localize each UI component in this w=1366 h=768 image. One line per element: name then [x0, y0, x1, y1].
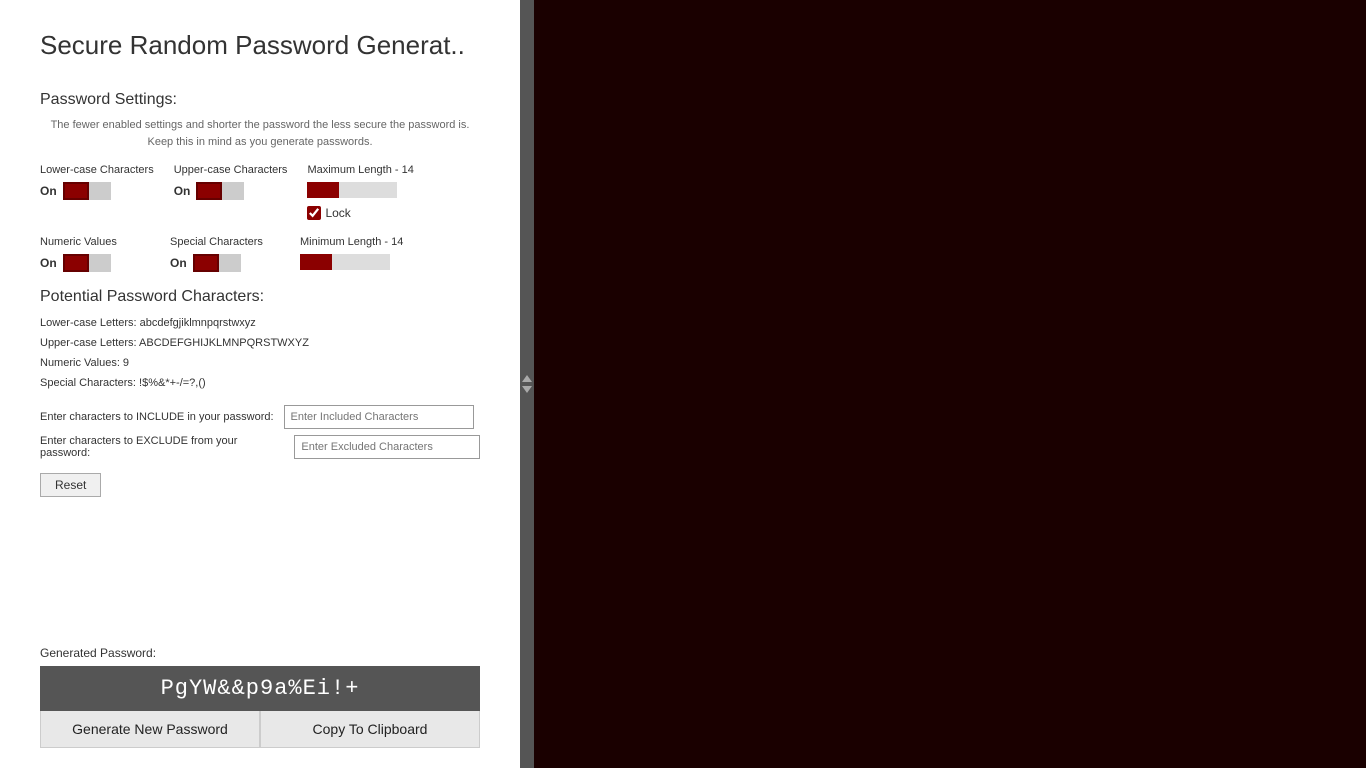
numeric-setting: Numeric Values On [40, 236, 150, 272]
exclude-input[interactable] [294, 435, 480, 459]
exclude-row: Enter characters to EXCLUDE from your pa… [40, 435, 480, 459]
exclude-label: Enter characters to EXCLUDE from your pa… [40, 435, 284, 459]
uppercase-status: On [174, 184, 191, 198]
special-chars-line: Special Characters: !$%&*+-/=?,() [40, 374, 480, 394]
uppercase-label: Upper-case Characters [174, 164, 288, 176]
max-length-setting: Maximum Length - 14 Lock [307, 164, 413, 220]
numeric-label: Numeric Values [40, 236, 150, 248]
chars-info: Lower-case Letters: abcdefgjiklmnpqrstwx… [40, 314, 480, 393]
min-length-label: Minimum Length - 14 [300, 236, 403, 248]
lock-checkbox[interactable] [307, 206, 321, 220]
uppercase-setting: Upper-case Characters On [174, 164, 288, 200]
potential-chars-header: Potential Password Characters: [40, 288, 480, 306]
left-panel: Secure Random Password Generat.. Passwor… [0, 0, 520, 768]
app-title: Secure Random Password Generat.. [40, 30, 480, 61]
reset-button[interactable]: Reset [40, 473, 101, 497]
max-length-label: Maximum Length - 14 [307, 164, 413, 176]
password-settings-header: Password Settings: [40, 91, 480, 109]
settings-info: The fewer enabled settings and shorter t… [40, 117, 480, 150]
panel-divider[interactable] [520, 0, 534, 768]
numeric-chars-line: Numeric Values: 9 [40, 354, 480, 374]
lock-label: Lock [325, 206, 350, 220]
divider-arrow-up [522, 375, 532, 382]
min-length-setting: Minimum Length - 14 [300, 236, 403, 270]
password-settings-section: Password Settings: The fewer enabled set… [40, 91, 480, 272]
uppercase-chars-line: Upper-case Letters: ABCDEFGHIJKLMNPQRSTW… [40, 334, 480, 354]
numeric-status: On [40, 256, 57, 270]
include-label: Enter characters to INCLUDE in your pass… [40, 411, 274, 423]
generate-button[interactable]: Generate New Password [40, 711, 260, 748]
generated-section: Generated Password: PgYW&&p9a%Ei!+ Gener… [40, 646, 480, 748]
special-label: Special Characters [170, 236, 280, 248]
special-toggle[interactable] [193, 254, 241, 272]
lowercase-chars-line: Lower-case Letters: abcdefgjiklmnpqrstwx… [40, 314, 480, 334]
include-row: Enter characters to INCLUDE in your pass… [40, 405, 480, 429]
lowercase-setting: Lower-case Characters On [40, 164, 154, 200]
special-status: On [170, 256, 187, 270]
uppercase-toggle[interactable] [196, 182, 244, 200]
lowercase-toggle[interactable] [63, 182, 111, 200]
potential-chars-section: Potential Password Characters: Lower-cas… [40, 288, 480, 497]
include-input[interactable] [284, 405, 474, 429]
password-display: PgYW&&p9a%Ei!+ [40, 666, 480, 711]
max-length-slider[interactable] [307, 182, 397, 198]
divider-arrow-down [522, 386, 532, 393]
copy-button[interactable]: Copy To Clipboard [260, 711, 480, 748]
special-setting: Special Characters On [170, 236, 280, 272]
lowercase-label: Lower-case Characters [40, 164, 154, 176]
action-buttons: Generate New Password Copy To Clipboard [40, 711, 480, 748]
lowercase-status: On [40, 184, 57, 198]
min-length-slider[interactable] [300, 254, 390, 270]
generated-label: Generated Password: [40, 646, 480, 660]
numeric-toggle[interactable] [63, 254, 111, 272]
right-panel [534, 0, 1366, 768]
